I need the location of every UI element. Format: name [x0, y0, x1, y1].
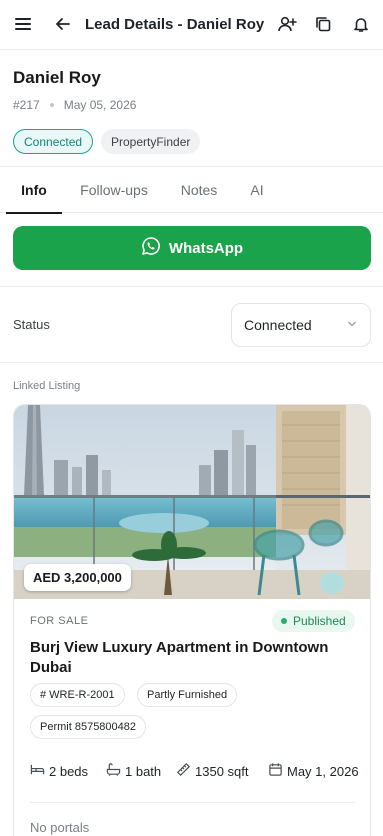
- date-value: May 1, 2026: [287, 763, 359, 779]
- permit-chip: Permit 8575800482: [30, 715, 147, 739]
- tab-info[interactable]: Info: [6, 167, 62, 214]
- reference-chip: # WRE-R-2001: [30, 683, 125, 707]
- source-badge: PropertyFinder: [101, 129, 201, 154]
- lead-name: Daniel Roy: [13, 68, 101, 87]
- divider: [30, 802, 355, 803]
- tab-notes[interactable]: Notes: [170, 167, 228, 213]
- lead-meta: #217 May 05, 2026: [13, 98, 136, 112]
- date-spec: May 1, 2026: [268, 762, 359, 780]
- status-select[interactable]: Connected: [231, 303, 371, 347]
- tab-ai[interactable]: AI: [240, 167, 274, 213]
- published-label: Published: [293, 614, 346, 628]
- copy-icon[interactable]: [312, 13, 334, 35]
- status-label: Status: [13, 317, 50, 332]
- chevron-down-icon: [346, 317, 358, 333]
- whatsapp-button[interactable]: WhatsApp: [13, 226, 371, 270]
- baths-spec: 1 bath: [106, 762, 161, 780]
- tab-bar: Info Follow-ups Notes AI: [0, 166, 383, 214]
- listing-card[interactable]: AED 3,200,000 FOR SALE Published Burj Vi…: [13, 404, 371, 836]
- divider: [0, 362, 383, 363]
- calendar-icon: [268, 762, 283, 780]
- published-badge: Published: [272, 610, 355, 632]
- status-badge: Connected: [13, 129, 94, 154]
- top-app-bar: Lead Details - Daniel Roy: [0, 0, 383, 50]
- add-user-icon[interactable]: [276, 13, 298, 35]
- separator-dot: [49, 103, 54, 107]
- listing-specs: 2 beds 1 bath 1350 sqft May 1, 2026: [30, 762, 370, 784]
- listing-price: AED 3,200,000: [24, 564, 131, 591]
- bell-icon[interactable]: [350, 13, 372, 35]
- page-title: Lead Details - Daniel Roy: [85, 16, 265, 33]
- portals-text: No portals: [30, 820, 90, 835]
- linked-listing-label: Linked Listing: [13, 380, 81, 392]
- area-value: 1350 sqft: [195, 763, 249, 779]
- baths-value: 1 bath: [125, 763, 162, 779]
- lead-id: #217: [13, 98, 40, 112]
- status-dot: [281, 618, 287, 624]
- area-spec: 1350 sqft: [176, 762, 249, 780]
- tab-follow-ups[interactable]: Follow-ups: [72, 167, 156, 213]
- listing-title: Burj View Luxury Apartment in Downtown D…: [30, 639, 329, 676]
- beds-value: 2 beds: [49, 763, 89, 779]
- bed-icon: [30, 762, 45, 780]
- bath-icon: [106, 762, 121, 780]
- whatsapp-label: WhatsApp: [168, 239, 244, 257]
- whatsapp-icon: [141, 236, 161, 260]
- menu-icon[interactable]: [12, 13, 34, 35]
- ruler-icon: [176, 762, 191, 780]
- back-arrow-icon[interactable]: [52, 13, 74, 35]
- lead-date: May 05, 2026: [63, 98, 137, 112]
- divider: [0, 286, 383, 287]
- furnishing-chip: Partly Furnished: [137, 683, 238, 707]
- listing-type: FOR SALE: [30, 615, 89, 627]
- beds-spec: 2 beds: [30, 762, 88, 780]
- status-value: Connected: [244, 317, 312, 333]
